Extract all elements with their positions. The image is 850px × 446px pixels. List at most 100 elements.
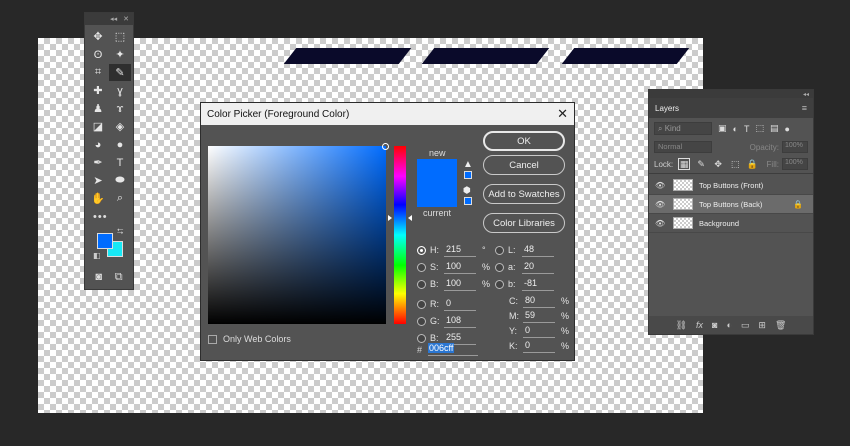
red-radio[interactable] bbox=[417, 299, 426, 309]
layer-item[interactable]: 👁 Top Buttons (Front) bbox=[649, 176, 813, 195]
black-input[interactable]: 0 bbox=[523, 340, 555, 353]
red-input[interactable]: 0 bbox=[444, 298, 476, 311]
green-radio[interactable] bbox=[417, 316, 426, 326]
hue-input[interactable]: 215 bbox=[444, 244, 476, 257]
swap-colors-icon[interactable]: ⮀ bbox=[117, 227, 123, 237]
visibility-eye-icon[interactable]: 👁 bbox=[655, 181, 669, 190]
smart-object-filter-icon[interactable]: ▤ bbox=[770, 123, 779, 134]
ellipse-icon[interactable]: ⬬ bbox=[109, 172, 131, 189]
lab-b-input[interactable]: -81 bbox=[522, 278, 554, 291]
lasso-icon[interactable]: ʘ bbox=[87, 46, 109, 63]
lock-position-icon[interactable]: ✥ bbox=[712, 158, 724, 170]
add-mask-icon[interactable]: ◙ bbox=[712, 320, 717, 330]
adjustment-layer-icon[interactable]: ◐ bbox=[726, 320, 731, 330]
new-layer-icon[interactable]: ⊞ bbox=[758, 320, 766, 331]
marquee-icon[interactable]: ⬚ bbox=[109, 28, 131, 45]
out-of-gamut-warning-icon[interactable]: ▲ bbox=[463, 159, 473, 170]
web-safe-swatch[interactable] bbox=[464, 197, 472, 205]
layers-panel-header[interactable]: ◂◂ bbox=[649, 90, 813, 98]
only-web-colors-checkbox[interactable] bbox=[208, 334, 217, 344]
color-libraries-button[interactable]: Color Libraries bbox=[483, 213, 565, 233]
path-select-icon[interactable]: ➤ bbox=[87, 172, 109, 189]
history-brush-icon[interactable]: ɤ bbox=[109, 100, 131, 117]
yellow-input[interactable]: 0 bbox=[523, 325, 555, 338]
zoom-icon[interactable]: ⌕ bbox=[109, 190, 131, 207]
web-safe-cube-icon[interactable]: ⬢ bbox=[463, 185, 471, 196]
visibility-eye-icon[interactable]: 👁 bbox=[655, 219, 669, 228]
lock-pixels-icon[interactable]: ✎ bbox=[695, 158, 707, 170]
kind-filter-dropdown[interactable]: ⌕ Kind bbox=[654, 122, 712, 135]
new-group-icon[interactable]: ▭ bbox=[741, 320, 750, 331]
close-icon[interactable]: ✕ bbox=[557, 106, 568, 122]
eraser-icon[interactable]: ◪ bbox=[87, 118, 109, 135]
tab-layers[interactable]: Layers bbox=[655, 104, 679, 113]
default-colors-icon[interactable]: ◧ bbox=[93, 251, 101, 260]
brush-icon[interactable]: ɣ bbox=[109, 82, 131, 99]
lab-a-radio[interactable] bbox=[495, 262, 504, 272]
hand-icon[interactable]: ✋ bbox=[87, 190, 109, 207]
lab-l-input[interactable]: 48 bbox=[522, 244, 554, 257]
panel-menu-icon[interactable]: ≡ bbox=[802, 103, 807, 113]
tools-panel-header[interactable]: ◂◂ ✕ bbox=[85, 13, 133, 25]
hue-radio[interactable] bbox=[417, 245, 426, 255]
lock-artboard-icon[interactable]: ⬚ bbox=[729, 158, 741, 170]
brightness-radio[interactable] bbox=[417, 279, 426, 289]
pen-icon[interactable]: ✒ bbox=[87, 154, 109, 171]
more-tools-icon[interactable]: ••• bbox=[85, 211, 133, 223]
type-icon[interactable]: T bbox=[109, 154, 131, 171]
dodge-icon[interactable]: ● bbox=[109, 136, 131, 153]
magic-wand-icon[interactable]: ✦ bbox=[109, 46, 131, 63]
layer-item[interactable]: 👁 Background bbox=[649, 214, 813, 233]
add-to-swatches-button[interactable]: Add to Swatches bbox=[483, 184, 565, 204]
hue-slider[interactable] bbox=[394, 146, 406, 324]
healing-brush-icon[interactable]: ✚ bbox=[87, 82, 109, 99]
saturation-radio[interactable] bbox=[417, 262, 426, 272]
move-icon[interactable]: ✥ bbox=[87, 28, 109, 45]
crop-icon[interactable]: ⌗ bbox=[87, 64, 109, 81]
paint-bucket-icon[interactable]: ◈ bbox=[109, 118, 131, 135]
hex-input[interactable]: 006cff bbox=[428, 343, 479, 356]
ok-button[interactable]: OK bbox=[483, 131, 565, 151]
link-layers-icon[interactable]: ⛓ bbox=[676, 320, 687, 331]
lab-b-radio[interactable] bbox=[495, 279, 504, 289]
lab-l-radio[interactable] bbox=[495, 245, 504, 255]
green-input[interactable]: 108 bbox=[444, 315, 476, 328]
hue-slider-arrow-left[interactable] bbox=[388, 215, 392, 221]
cyan-input[interactable]: 80 bbox=[523, 295, 555, 308]
hue-slider-arrow-right[interactable] bbox=[408, 215, 412, 221]
color-field[interactable] bbox=[208, 143, 389, 324]
lock-all-icon[interactable]: 🔒 bbox=[746, 158, 758, 170]
color-field-marker[interactable] bbox=[382, 143, 389, 150]
fx-icon[interactable]: fx bbox=[696, 320, 703, 330]
adjustment-filter-icon[interactable]: ◐ bbox=[733, 124, 738, 134]
lock-transparent-icon[interactable]: ▦ bbox=[678, 158, 691, 170]
dialog-titlebar[interactable]: Color Picker (Foreground Color) ✕ bbox=[201, 103, 574, 125]
shape-filter-icon[interactable]: ⬚ bbox=[755, 123, 764, 134]
cancel-button[interactable]: Cancel bbox=[483, 155, 565, 175]
blue-radio[interactable] bbox=[417, 333, 426, 343]
type-filter-icon[interactable]: T bbox=[744, 124, 750, 134]
stamp-icon[interactable]: ♟ bbox=[87, 100, 109, 117]
blur-icon[interactable]: ◕ bbox=[87, 136, 109, 153]
eyedropper-icon[interactable]: ✎ bbox=[109, 64, 131, 81]
layer-item[interactable]: 👁 Top Buttons (Back) 🔒 bbox=[649, 195, 813, 214]
visibility-eye-icon[interactable]: 👁 bbox=[655, 200, 669, 209]
opacity-input[interactable]: 100% bbox=[782, 141, 808, 153]
gamut-swatch[interactable] bbox=[464, 171, 472, 179]
close-icon[interactable]: ✕ bbox=[123, 15, 129, 23]
lab-a-input[interactable]: 20 bbox=[522, 261, 554, 274]
magenta-input[interactable]: 59 bbox=[523, 310, 555, 323]
collapse-icon[interactable]: ◂◂ bbox=[110, 15, 117, 23]
collapse-icon[interactable]: ◂◂ bbox=[803, 91, 809, 98]
screen-mode-icon[interactable]: ⧉ bbox=[115, 271, 123, 284]
fill-input[interactable]: 100% bbox=[782, 158, 808, 170]
pixel-filter-icon[interactable]: ▣ bbox=[718, 123, 727, 134]
current-color-swatch[interactable] bbox=[417, 183, 457, 207]
delete-layer-icon[interactable]: 🗑 bbox=[775, 320, 786, 331]
quick-mask-icon[interactable]: ◙ bbox=[95, 271, 102, 284]
brightness-input[interactable]: 100 bbox=[444, 278, 476, 291]
filter-toggle-icon[interactable]: ● bbox=[784, 124, 789, 134]
only-web-colors[interactable]: Only Web Colors bbox=[208, 334, 291, 344]
blend-mode-dropdown[interactable]: Normal bbox=[654, 141, 712, 153]
foreground-color-swatch[interactable] bbox=[97, 233, 113, 249]
